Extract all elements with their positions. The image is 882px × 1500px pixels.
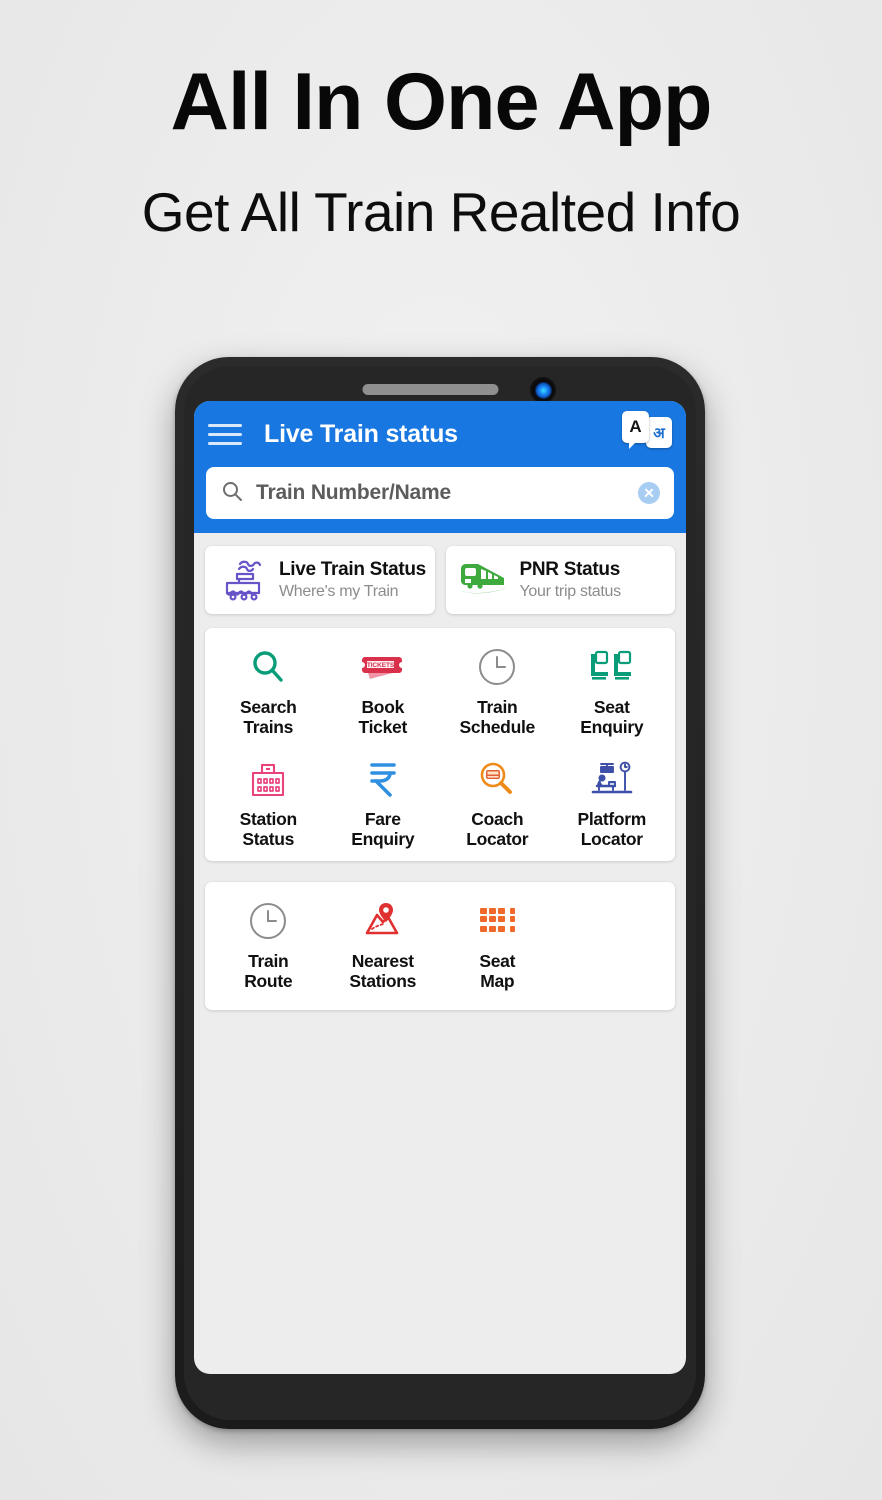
tile-label-line1: Station: [239, 808, 298, 829]
platform-bench-icon: [589, 756, 635, 802]
pnr-status-card[interactable]: PNR Status Your trip status: [445, 546, 675, 614]
tile-nearest-stations[interactable]: Nearest Stations: [326, 896, 441, 994]
tile-label-line1: Fare: [364, 808, 401, 829]
secondary-grid-card: Train Route Nearest Stations Seat Map: [205, 882, 675, 1010]
tile-label-line1: Nearest: [351, 951, 414, 972]
tile-coach-locator[interactable]: Coach Locator: [440, 754, 555, 852]
secondary-grid: Train Route Nearest Stations Seat Map: [211, 896, 669, 994]
tile-label-line2: Locator: [466, 828, 529, 849]
tile-station-status[interactable]: Station Status: [211, 754, 326, 852]
tile-label-line2: Stations: [349, 971, 417, 992]
tile-train-route[interactable]: Train Route: [211, 896, 326, 994]
tile-label-line1: Train: [477, 697, 518, 717]
tile-label-line2: Ticket: [358, 717, 408, 738]
search-magnifier-icon: [248, 644, 288, 690]
clock-icon: [247, 898, 289, 944]
train-front-icon: [454, 559, 514, 601]
promo-subheadline: Get All Train Realted Info: [141, 181, 741, 243]
rupee-icon: [364, 756, 402, 802]
station-building-icon: [247, 756, 289, 802]
tile-label-line1: Platform: [577, 808, 647, 829]
translate-devanagari-char: अ: [646, 417, 672, 448]
hamburger-menu-icon[interactable]: [208, 423, 242, 445]
seats-icon: [589, 644, 635, 690]
steam-train-icon: [213, 556, 273, 604]
search-bar[interactable]: Train Number/Name: [206, 467, 674, 519]
live-train-status-card[interactable]: Live Train Status Where's my Train: [205, 546, 435, 614]
tile-label-line2: Enquiry: [580, 717, 644, 738]
tickets-icon: TICKETS: [361, 644, 405, 690]
tile-label-line1: Search: [239, 697, 297, 717]
tile-platform-locator[interactable]: Platform Locator: [555, 754, 670, 852]
clock-icon: [476, 644, 518, 690]
promo-card-title: Live Train Status: [279, 559, 426, 581]
translate-latin-char: A: [622, 411, 649, 449]
phone-bezel: Live Train status अ A Train Number/Name …: [184, 366, 696, 1420]
tile-label-line1: Book: [361, 697, 405, 717]
tile-label-line1: Train: [248, 951, 289, 972]
promo-text-block: All In One App Get All Train Realted Inf…: [0, 0, 882, 240]
phone-mockup: Live Train status अ A Train Number/Name …: [175, 357, 705, 1429]
svg-text:TICKETS: TICKETS: [367, 662, 395, 669]
promo-card-subtitle: Where's my Train: [279, 582, 399, 600]
tile-label-line2: Trains: [243, 717, 294, 738]
front-camera-icon: [530, 377, 556, 403]
clear-circle-icon[interactable]: [638, 482, 660, 504]
tile-label-line1: Coach: [471, 808, 524, 829]
tile-label-line2: Schedule: [459, 717, 536, 738]
seat-grid-icon: [476, 898, 518, 944]
search-icon: [220, 479, 244, 508]
feature-grid: Search Trains TICKETS Book Ticket Train …: [211, 642, 669, 851]
tile-train-schedule[interactable]: Train Schedule: [440, 642, 555, 740]
tile-book-ticket[interactable]: TICKETS Book Ticket: [326, 642, 441, 740]
page-title: Live Train status: [264, 419, 458, 448]
search-input[interactable]: Train Number/Name: [256, 481, 626, 505]
screen-content: Live Train Status Where's my Train PNR S…: [194, 533, 686, 1023]
map-pin-icon: [360, 898, 406, 944]
tile-fare-enquiry[interactable]: Fare Enquiry: [326, 754, 441, 852]
translate-icon[interactable]: अ A: [622, 411, 672, 457]
app-bar: Live Train status अ A Train Number/Name: [194, 401, 686, 533]
tile-seat-map[interactable]: Seat Map: [440, 896, 555, 994]
promo-card-subtitle: Your trip status: [519, 582, 622, 600]
tile-seat-enquiry[interactable]: Seat Enquiry: [555, 642, 670, 740]
coach-magnifier-icon: [476, 756, 518, 802]
tile-label-line2: Status: [242, 828, 295, 849]
tile-label-line2: Locator: [580, 828, 643, 849]
promo-card-title: PNR Status: [519, 559, 621, 581]
tile-label-line1: Seat: [593, 697, 630, 717]
earpiece-speaker-icon: [362, 384, 499, 395]
promo-headline: All In One App: [170, 57, 713, 147]
tile-label-line2: Map: [480, 971, 515, 992]
tile-label-line2: Enquiry: [351, 828, 415, 849]
promo-card-row: Live Train Status Where's my Train PNR S…: [205, 546, 675, 614]
phone-screen: Live Train status अ A Train Number/Name …: [194, 401, 686, 1374]
feature-grid-card: Search Trains TICKETS Book Ticket Train …: [205, 628, 675, 862]
tile-search-trains[interactable]: Search Trains: [211, 642, 326, 740]
tile-label-line2: Route: [244, 971, 293, 992]
tile-label-line1: Seat: [479, 951, 516, 972]
